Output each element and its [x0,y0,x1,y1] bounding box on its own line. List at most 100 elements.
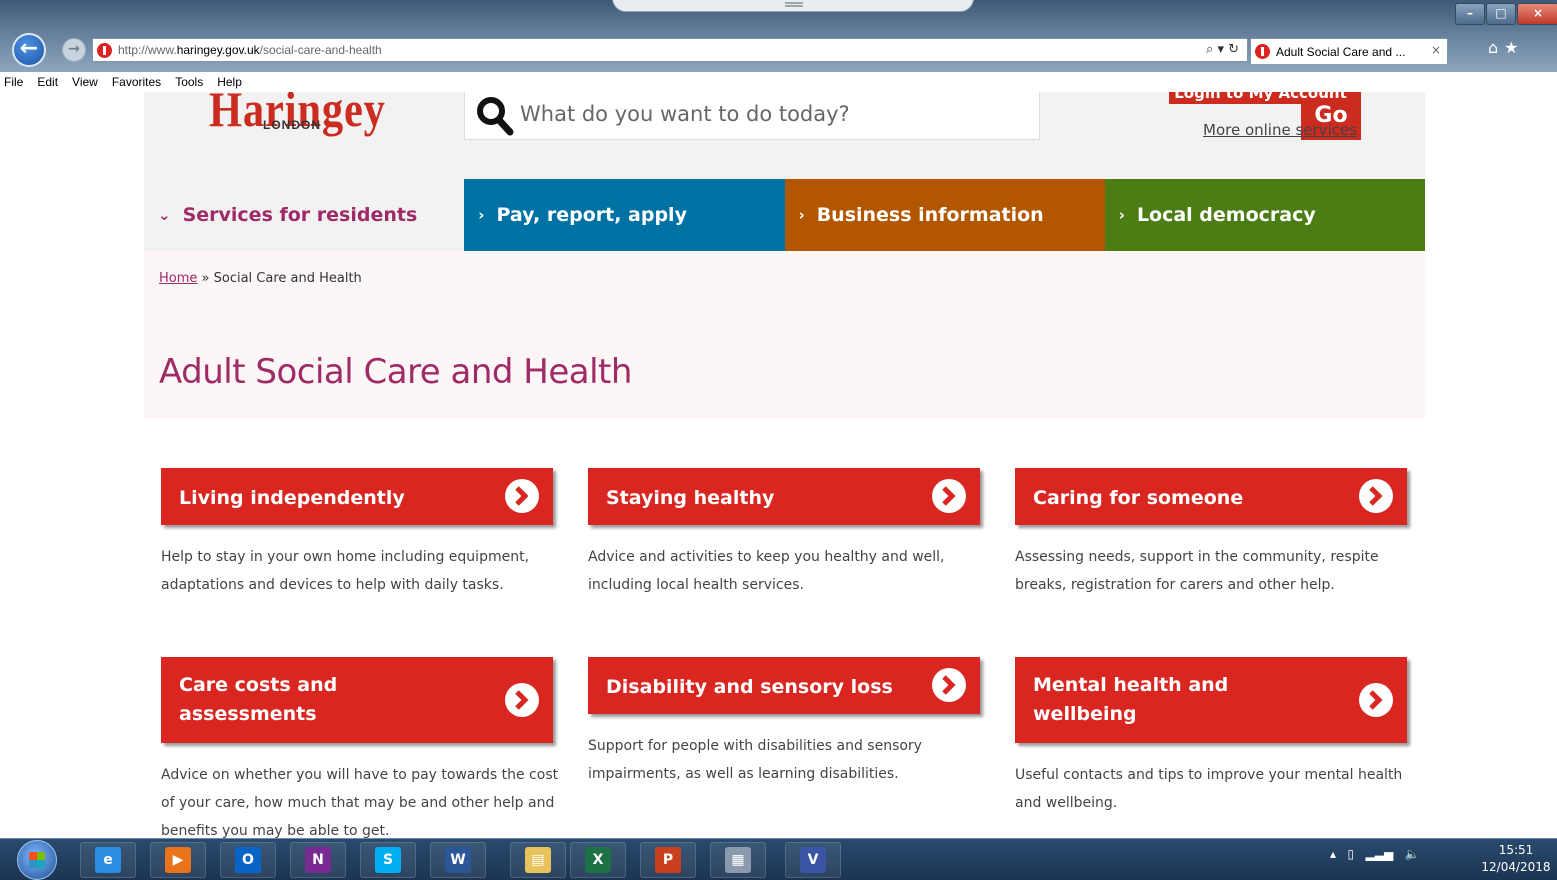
taskbar-app-button[interactable]: W [430,842,486,878]
nav-label: Pay, report, apply [496,204,687,226]
forward-button[interactable]: → [62,38,86,62]
breadcrumb-current: Social Care and Health [213,271,362,286]
chevron-down-icon: ⌄ [158,206,171,224]
back-arrow-icon: ← [19,36,39,61]
forward-arrow-icon: → [68,41,80,57]
taskbar-app-button[interactable]: ▦ [710,842,766,878]
nav-services-for-residents[interactable]: ⌄ Services for residents [144,179,465,251]
nav-label: Business information [816,204,1044,226]
card-description: Help to stay in your own home including … [161,549,530,593]
menu-view[interactable]: View [72,75,98,89]
excel-icon: X [585,847,611,873]
url-text[interactable]: http://www.haringey.gov.uk/social-care-a… [118,43,382,57]
visio-icon: V [800,847,826,873]
nav-business-information[interactable]: › Business information [784,179,1105,251]
browser-title-bar: – □ × ← → http://www.haringey.gov.uk/soc… [0,0,1557,72]
care-costs-button[interactable]: Care costs and assessments [161,657,553,743]
powerpoint-icon: P [655,847,681,873]
back-button[interactable]: ← [12,33,46,67]
card-title: Care costs and assessments [179,674,338,725]
close-window-button[interactable]: × [1517,3,1557,25]
clock-time: 15:51 [1498,843,1534,857]
menu-file[interactable]: File [4,75,23,89]
search-refresh-icons[interactable]: ⌕ ▾ ↻ [1206,42,1239,57]
card-caring-for-someone: Caring for someone Assessing needs, supp… [1015,468,1407,599]
chevron-right-icon: › [1118,206,1125,224]
calculator-icon: ▦ [725,847,751,873]
caring-for-someone-button[interactable]: Caring for someone [1015,468,1407,525]
taskbar-app-button[interactable]: O [220,842,276,878]
card-title: Mental health and wellbeing [1033,674,1229,725]
living-independently-button[interactable]: Living independently [161,468,553,525]
taskbar-app-button[interactable]: V [785,842,841,878]
taskbar-app-button[interactable]: P [640,842,696,878]
chevron-right-icon: › [478,206,485,224]
media-player-icon: ▶ [165,847,191,873]
start-button[interactable] [17,840,57,880]
card-description: Useful contacts and tips to improve your… [1015,767,1403,811]
card-care-costs: Care costs and assessments Advice on whe… [161,657,558,838]
menu-bar: File Edit View Favorites Tools Help [0,72,1557,92]
card-description: Advice and activities to keep you health… [588,549,945,593]
taskbar-app-button[interactable]: N [290,842,346,878]
windows-taskbar: e ▶ O N S W ▤ X P ▦ V ▴ ▯ ▂▃▅ 🔈 15:51 12/04/2018 [0,838,1557,880]
tab-close-icon[interactable]: × [1431,43,1441,57]
taskbar-clock[interactable]: 15:51 12/04/2018 [1476,842,1556,876]
nav-label: Services for residents [182,204,418,226]
taskbar-app-button[interactable]: ▤ [510,842,566,878]
favorites-star-icon[interactable]: ★ [1504,38,1524,57]
minimize-button[interactable]: – [1455,3,1485,25]
card-description: Advice on whether you will have to pay t… [161,767,559,838]
arrow-right-circle-icon [932,479,966,513]
show-hidden-icons-icon[interactable]: ▴ [1330,847,1336,861]
network-signal-icon[interactable]: ▂▃▅ [1366,847,1394,861]
word-icon: W [445,847,471,873]
disability-sensory-loss-button[interactable]: Disability and sensory loss [588,657,980,714]
haringey-logo[interactable]: Haringey LONDON [209,92,385,150]
search-icon [477,97,514,136]
menu-tools[interactable]: Tools [175,75,203,89]
card-living-independently: Living independently Help to stay in you… [161,468,553,599]
file-explorer-icon: ▤ [525,847,551,873]
taskbar-app-button[interactable]: X [570,842,626,878]
search-input[interactable] [520,94,970,134]
taskbar-app-button[interactable]: e [80,842,136,878]
search-box: Go [464,92,1361,140]
arrow-right-circle-icon [932,668,966,702]
address-bar[interactable]: http://www.haringey.gov.uk/social-care-a… [92,38,1248,62]
menu-edit[interactable]: Edit [37,75,58,89]
menu-help[interactable]: Help [217,75,242,89]
mental-health-button[interactable]: Mental health and wellbeing [1015,657,1407,743]
volume-icon[interactable]: 🔈 [1405,847,1420,861]
arrow-right-circle-icon [1359,479,1393,513]
arrow-right-circle-icon [505,683,539,717]
menu-favorites[interactable]: Favorites [112,75,161,89]
system-tray: ▴ ▯ ▂▃▅ 🔈 [1330,847,1420,861]
card-disability-sensory-loss: Disability and sensory loss Support for … [588,657,980,788]
card-staying-healthy: Staying healthy Advice and activities to… [588,468,980,599]
nav-pay-report-apply[interactable]: › Pay, report, apply [464,179,785,251]
nav-local-democracy[interactable]: › Local democracy [1104,179,1425,251]
nav-label: Local democracy [1136,204,1316,226]
taskbar-app-button[interactable]: ▶ [150,842,206,878]
arrow-right-circle-icon [1359,683,1393,717]
breadcrumb: Home » Social Care and Health [159,271,362,286]
more-online-services-link[interactable]: More online services [1203,121,1357,139]
home-icon[interactable]: ⌂ [1488,38,1504,57]
battery-icon[interactable]: ▯ [1347,847,1354,861]
arrow-right-circle-icon [505,479,539,513]
card-mental-health: Mental health and wellbeing Useful conta… [1015,657,1407,817]
breadcrumb-home-link[interactable]: Home [159,271,197,286]
card-title: Caring for someone [1033,487,1244,509]
site-header: Haringey LONDON Go Login to My Account M… [144,92,1425,179]
staying-healthy-button[interactable]: Staying healthy [588,468,980,525]
card-title: Staying healthy [606,487,775,509]
logo-subtext: LONDON [263,118,321,132]
outlook-icon: O [235,847,261,873]
login-button[interactable]: Login to My Account [1169,92,1352,104]
browser-tab[interactable]: Adult Social Care and ... × [1250,38,1448,64]
maximize-button[interactable]: □ [1486,3,1516,25]
taskbar-app-button[interactable]: S [360,842,416,878]
card-description: Support for people with disabilities and… [588,738,922,782]
tab-title: Adult Social Care and ... [1276,44,1406,59]
